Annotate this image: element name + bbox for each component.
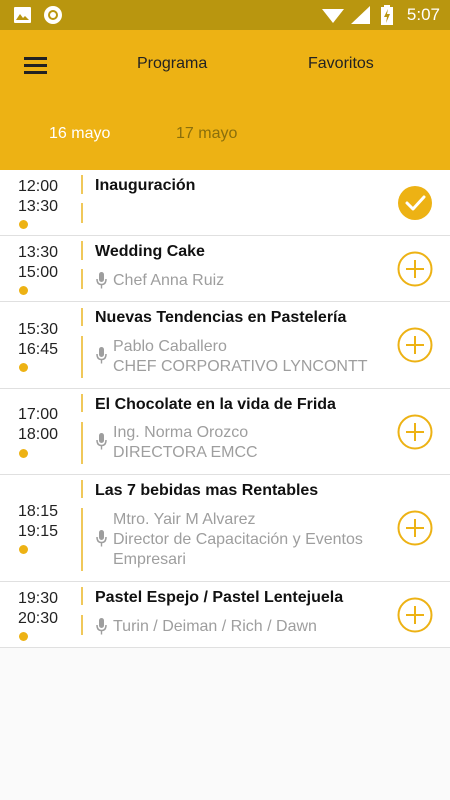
speaker-line: Mtro. Yair M Alvarez	[113, 511, 256, 528]
add-favorite-icon[interactable]	[397, 510, 433, 546]
start-time: 13:30	[18, 244, 59, 261]
speaker-line: Chef Anna Ruiz	[113, 272, 225, 289]
session-dot	[19, 545, 28, 554]
end-time: 13:30	[18, 198, 59, 215]
timeline-line	[81, 336, 83, 378]
speaker-line: Pablo Caballero	[113, 338, 227, 355]
session-row[interactable]: 17:00 18:00 El Chocolate en la vida de F…	[0, 389, 450, 475]
timeline-line	[81, 587, 83, 605]
timeline-line	[81, 394, 83, 412]
add-favorite-icon[interactable]	[397, 597, 433, 633]
add-favorite-icon[interactable]	[397, 251, 433, 287]
start-time: 17:00	[18, 406, 59, 423]
start-time: 12:00	[18, 178, 59, 195]
start-time: 15:30	[18, 321, 59, 338]
microphone-icon	[96, 433, 107, 450]
add-favorite-icon[interactable]	[397, 327, 433, 363]
end-time: 15:00	[18, 264, 59, 281]
speaker-line: Turin / Deiman / Rich / Dawn	[113, 618, 317, 635]
microphone-icon	[96, 530, 107, 547]
session-title: Las 7 bebidas mas Rentables	[95, 482, 319, 499]
wifi-icon	[322, 9, 344, 23]
session-row[interactable]: 13:30 15:00 Wedding Cake Chef Anna Ruiz	[0, 236, 450, 302]
battery-icon	[381, 5, 393, 25]
end-time: 16:45	[18, 341, 59, 358]
speaker-line: Director de Capacitación y Eventos	[113, 531, 363, 548]
session-title: Pastel Espejo / Pastel Lentejuela	[95, 589, 344, 606]
tab-favoritos[interactable]: Favoritos	[308, 55, 374, 73]
day-tab-16-mayo[interactable]: 16 mayo	[49, 125, 110, 143]
timeline-line	[81, 175, 83, 194]
signal-icon	[351, 6, 370, 24]
day-tab-17-mayo[interactable]: 17 mayo	[176, 125, 237, 143]
favorited-check-icon[interactable]	[397, 185, 433, 221]
status-time: 5:07	[406, 5, 440, 24]
end-time: 18:00	[18, 426, 59, 443]
session-row[interactable]: 15:30 16:45 Nuevas Tendencias en Pastele…	[0, 302, 450, 389]
timeline-line	[81, 508, 83, 571]
start-time: 18:15	[18, 503, 59, 520]
timeline-line	[81, 241, 83, 260]
speaker-line: DIRECTORA EMCC	[113, 444, 258, 461]
session-row[interactable]: 18:15 19:15 Las 7 bebidas mas Rentables …	[0, 475, 450, 582]
timeline-line	[81, 308, 83, 326]
session-dot	[19, 220, 28, 229]
timeline-line	[81, 615, 83, 635]
session-title: Wedding Cake	[95, 243, 205, 260]
speaker-line: Ing. Norma Orozco	[113, 424, 249, 441]
app-bar: Programa Favoritos 16 mayo 17 mayo	[0, 30, 450, 170]
add-favorite-icon[interactable]	[397, 414, 433, 450]
session-row[interactable]: 12:00 13:30 Inauguración	[0, 170, 450, 236]
microphone-icon	[96, 272, 107, 289]
session-dot	[19, 286, 28, 295]
speaker-line: Empresari	[113, 551, 186, 568]
tab-programa[interactable]: Programa	[137, 55, 207, 73]
timeline-line	[81, 269, 83, 289]
session-dot	[19, 363, 28, 372]
session-row[interactable]: 19:30 20:30 Pastel Espejo / Pastel Lente…	[0, 582, 450, 648]
session-dot	[19, 632, 28, 641]
session-title: El Chocolate en la vida de Frida	[95, 396, 336, 413]
timeline-line	[81, 422, 83, 464]
end-time: 20:30	[18, 610, 59, 627]
image-notification-icon	[14, 7, 31, 23]
circle-notification-icon	[44, 6, 62, 24]
timeline-line	[81, 480, 83, 498]
timeline-line	[81, 203, 83, 223]
start-time: 19:30	[18, 590, 59, 607]
status-bar: 5:07	[0, 0, 450, 30]
microphone-icon	[96, 347, 107, 364]
session-title: Inauguración	[95, 177, 196, 194]
end-time: 19:15	[18, 523, 59, 540]
session-list: 12:00 13:30 Inauguración 13:30 15:00 Wed…	[0, 170, 450, 648]
microphone-icon	[96, 618, 107, 635]
session-dot	[19, 449, 28, 458]
speaker-line: CHEF CORPORATIVO LYNCONTT	[113, 358, 368, 375]
session-title: Nuevas Tendencias en Pastelería	[95, 309, 347, 326]
menu-icon[interactable]	[24, 57, 47, 74]
